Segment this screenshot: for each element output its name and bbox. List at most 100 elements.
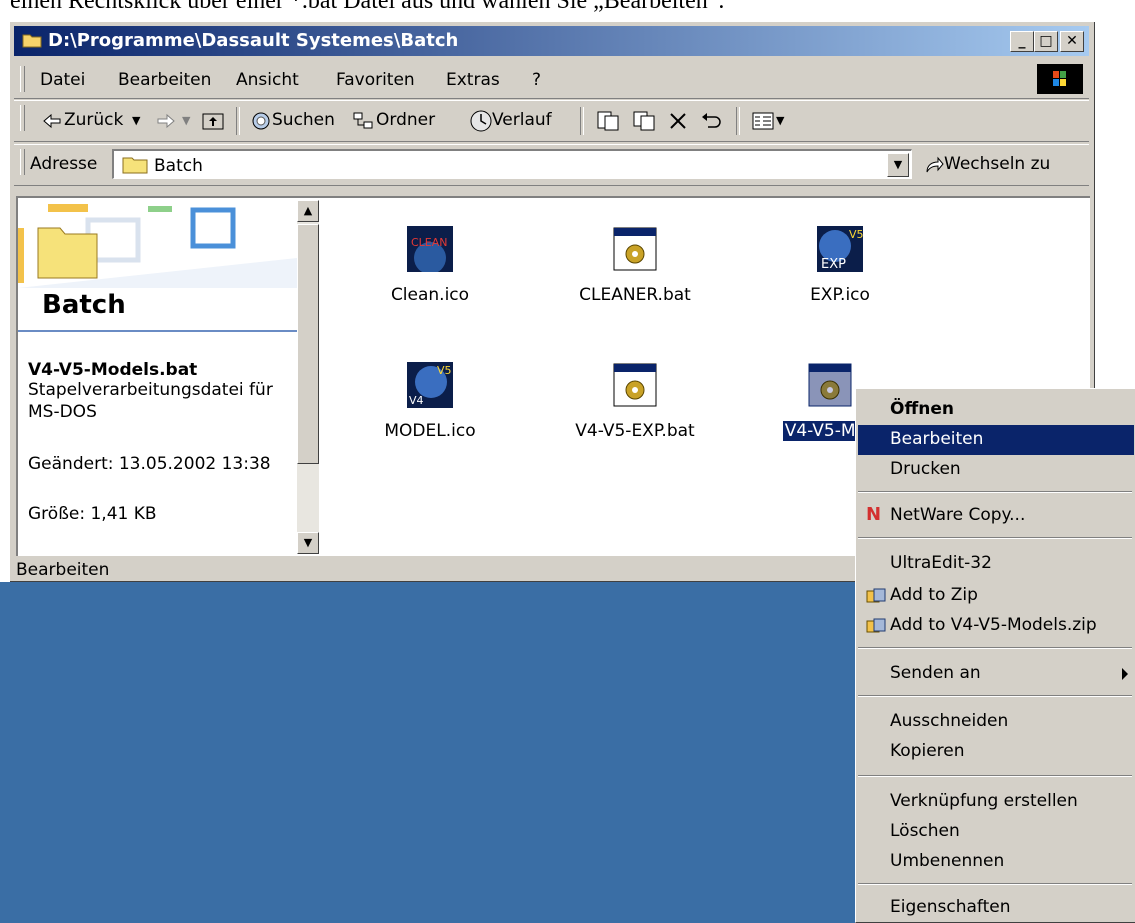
go-button[interactable]: Wechseln zu	[944, 154, 1050, 174]
menu-separator	[858, 647, 1132, 649]
selected-file-name: V4-V5-Models.bat	[28, 360, 198, 380]
heading-divider	[18, 330, 297, 332]
toolbar-grip[interactable]	[20, 105, 25, 131]
file-item[interactable]: CLEAN Clean.ico	[365, 226, 495, 305]
menu-copy[interactable]: Kopieren	[858, 737, 1134, 767]
menu-label: Add to V4-V5-Models.zip	[890, 615, 1097, 635]
views-icon[interactable]	[752, 111, 774, 131]
menu-create-shortcut[interactable]: Verknüpfung erstellen	[858, 787, 1134, 817]
menu-add-to-named-zip[interactable]: Add to V4-V5-Models.zip	[858, 611, 1134, 641]
batch-file-icon	[808, 363, 852, 407]
menu-bearbeiten[interactable]: Bearbeiten	[118, 70, 211, 90]
back-label: Zurück	[64, 110, 124, 130]
file-modified: Geändert: 13.05.2002 13:38	[28, 454, 271, 474]
menu-label: Löschen	[890, 821, 960, 841]
menu-delete[interactable]: Löschen	[858, 817, 1134, 847]
menu-separator	[858, 491, 1132, 493]
windows-logo-icon	[1037, 64, 1083, 94]
submenu-arrow-icon	[1122, 668, 1128, 680]
menu-label: Ausschneiden	[890, 711, 1009, 731]
menubar-grip[interactable]	[20, 66, 25, 92]
model-icon: V5 V4	[407, 362, 453, 408]
batch-file-icon	[613, 227, 657, 271]
address-label: Adresse	[30, 154, 98, 174]
menu-ultraedit[interactable]: UltraEdit-32	[858, 549, 1134, 579]
search-icon[interactable]	[250, 110, 272, 132]
menu-separator	[858, 695, 1132, 697]
toolbar-separator	[580, 107, 584, 135]
folders-button[interactable]: Ordner	[376, 110, 435, 130]
file-item[interactable]: V5 V4 MODEL.ico	[365, 362, 495, 441]
forward-arrow-icon[interactable]	[156, 113, 176, 129]
batch-file-icon	[613, 363, 657, 407]
address-dropdown-button[interactable]: ▼	[887, 153, 909, 177]
folder-heading: Batch	[42, 290, 126, 320]
menu-edit[interactable]: Bearbeiten	[858, 425, 1134, 455]
menu-open[interactable]: Öffnen	[858, 395, 1134, 425]
menu-netware-copy[interactable]: N NetWare Copy...	[858, 501, 1134, 531]
address-bar: Adresse Batch ▼ Wechseln zu	[14, 144, 1089, 186]
file-item[interactable]: V4-V5-EXP.bat	[570, 362, 700, 441]
copy-to-icon[interactable]	[632, 110, 656, 132]
file-size: Größe: 1,41 KB	[28, 504, 157, 524]
minimize-button[interactable]: _	[1010, 31, 1034, 52]
toolbar-separator	[736, 107, 740, 135]
history-button[interactable]: Verlauf	[492, 110, 552, 130]
document-text: einen Rechtsklick über einer *.bat Datei…	[10, 0, 725, 14]
address-value: Batch	[154, 156, 203, 176]
title-bar[interactable]: D:\Programme\Dassault Systemes\Batch _ □…	[14, 26, 1089, 56]
address-input[interactable]: Batch ▼	[112, 149, 912, 179]
menu-add-to-zip[interactable]: Add to Zip	[858, 581, 1134, 611]
menu-label: UltraEdit-32	[890, 553, 992, 573]
menu-cut[interactable]: Ausschneiden	[858, 707, 1134, 737]
clean-icon: CLEAN	[407, 226, 453, 274]
go-arrow-icon[interactable]	[924, 155, 944, 175]
menu-print[interactable]: Drucken	[858, 455, 1134, 485]
undo-icon[interactable]	[700, 111, 722, 131]
menu-extras[interactable]: Extras	[446, 70, 500, 90]
file-name: MODEL.ico	[384, 421, 476, 441]
back-dropdown-icon[interactable]: ▼	[132, 114, 140, 127]
views-dropdown-icon[interactable]: ▼	[776, 114, 784, 127]
info-pane-scrollbar[interactable]: ▲ ▼	[297, 200, 319, 554]
zip-icon	[866, 588, 886, 603]
menu-label: Add to Zip	[890, 585, 978, 605]
folders-icon[interactable]	[352, 111, 374, 131]
menu-favoriten[interactable]: Favoriten	[336, 70, 415, 90]
file-item[interactable]: CLEANER.bat	[570, 226, 700, 305]
menu-separator	[858, 537, 1132, 539]
toolbar-separator	[236, 107, 240, 135]
search-button[interactable]: Suchen	[272, 110, 335, 130]
toolbar: Zurück ▼ ▼ Suchen Ordner Verlauf ▼	[14, 100, 1089, 142]
menu-help[interactable]: ?	[532, 70, 541, 90]
addressbar-grip[interactable]	[20, 149, 25, 175]
menu-ansicht[interactable]: Ansicht	[236, 70, 299, 90]
menu-label: Öffnen	[890, 399, 954, 419]
menu-datei[interactable]: Datei	[40, 70, 85, 90]
menu-properties[interactable]: Eigenschaften	[858, 893, 1134, 923]
file-type-line-2: MS-DOS	[28, 402, 97, 422]
delete-icon[interactable]	[668, 111, 688, 131]
menu-label: Bearbeiten	[890, 429, 984, 449]
folder-banner-image	[18, 204, 297, 288]
file-type-line-1: Stapelverarbeitungsdatei für	[28, 380, 273, 400]
close-button[interactable]: ✕	[1060, 31, 1084, 52]
menu-label: Verknüpfung erstellen	[890, 791, 1078, 811]
menu-label: Drucken	[890, 459, 961, 479]
scroll-thumb[interactable]	[297, 224, 319, 464]
scroll-down-button[interactable]: ▼	[297, 532, 319, 554]
menu-label: Kopieren	[890, 741, 965, 761]
move-to-icon[interactable]	[596, 110, 620, 132]
forward-dropdown-icon[interactable]: ▼	[182, 114, 190, 127]
back-arrow-icon	[43, 113, 61, 129]
menu-send-to[interactable]: Senden an	[858, 659, 1134, 689]
menu-rename[interactable]: Umbenennen	[858, 847, 1134, 877]
scroll-up-button[interactable]: ▲	[297, 200, 319, 222]
up-folder-icon[interactable]	[202, 111, 224, 131]
zip-icon	[866, 618, 886, 633]
history-icon[interactable]	[468, 109, 494, 133]
file-item[interactable]: V5 EXP EXP.ico	[775, 226, 905, 305]
menu-separator	[858, 775, 1132, 777]
svg-text:V5: V5	[849, 228, 863, 241]
maximize-button[interactable]: □	[1034, 31, 1058, 52]
